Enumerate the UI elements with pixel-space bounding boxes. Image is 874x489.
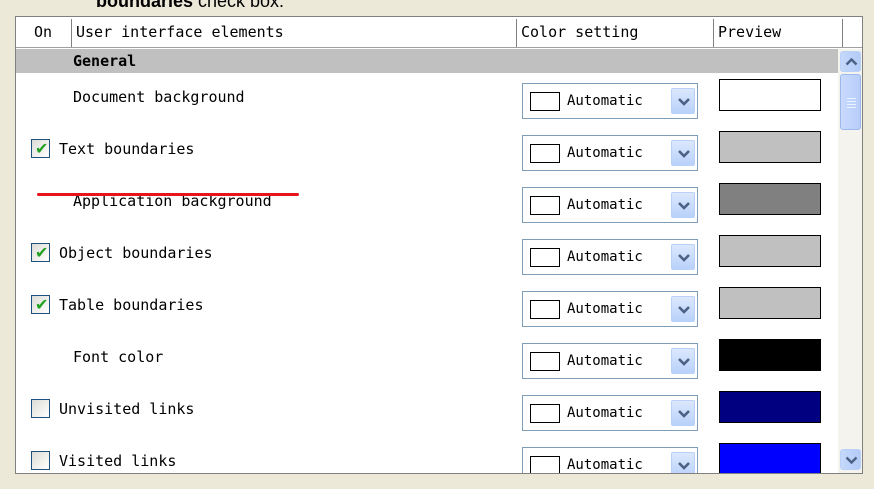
- thumb-grip: [847, 107, 856, 108]
- row-checkbox[interactable]: [31, 451, 50, 470]
- row-label: Text boundaries: [59, 140, 195, 158]
- dropdown-button[interactable]: [671, 296, 695, 322]
- row-label: Document background: [73, 88, 245, 106]
- header-color-setting[interactable]: Color setting: [517, 17, 638, 48]
- table-row: Application background Automatic: [16, 177, 838, 229]
- preview-swatch: [719, 391, 821, 423]
- table-body: General Document background Automatic ✔ Tex…: [16, 49, 838, 473]
- color-swatch: [530, 456, 560, 473]
- checkmark-icon: ✔: [35, 139, 49, 158]
- chevron-down-icon: [678, 254, 690, 262]
- checkmark-icon: ✔: [35, 243, 49, 262]
- caption-bold: boundaries: [96, 0, 194, 11]
- color-setting-value: Automatic: [567, 93, 643, 109]
- table-header: On User interface elements Color setting…: [16, 17, 862, 48]
- table-row: Visited links Automatic: [16, 437, 838, 473]
- annotation-underline: [37, 193, 299, 196]
- dropdown-button[interactable]: [671, 400, 695, 426]
- color-swatch: [530, 404, 560, 423]
- vertical-scrollbar[interactable]: [838, 49, 862, 473]
- chevron-down-icon: [678, 150, 690, 158]
- preview-swatch: [719, 79, 821, 111]
- color-setting-select[interactable]: Automatic: [522, 291, 698, 327]
- table-row: ✔ Object boundaries Automatic: [16, 229, 838, 281]
- row-checkbox[interactable]: ✔: [31, 139, 50, 158]
- instruction-caption: boundaries check box.: [96, 0, 284, 11]
- appearance-color-table: On User interface elements Color setting…: [15, 16, 863, 474]
- color-setting-value: Automatic: [567, 301, 643, 317]
- scroll-thumb[interactable]: [840, 74, 861, 130]
- preview-swatch: [719, 443, 821, 473]
- table-row: Font color Automatic: [16, 333, 838, 385]
- color-setting-select[interactable]: Automatic: [522, 83, 698, 119]
- chevron-down-icon: [678, 98, 690, 106]
- scroll-down-icon: [845, 456, 858, 465]
- color-swatch: [530, 196, 560, 215]
- color-swatch: [530, 92, 560, 111]
- chevron-down-icon: [678, 306, 690, 314]
- dropdown-button[interactable]: [671, 192, 695, 218]
- row-checkbox[interactable]: ✔: [31, 295, 50, 314]
- color-setting-value: Automatic: [567, 457, 643, 473]
- color-swatch: [530, 248, 560, 267]
- table-row: ✔ Text boundaries Automatic: [16, 125, 838, 177]
- caption-text: check box.: [193, 0, 285, 11]
- header-divider[interactable]: [842, 19, 843, 47]
- table-row: Document background Automatic: [16, 73, 838, 125]
- row-label: Visited links: [59, 452, 177, 470]
- color-setting-value: Automatic: [567, 353, 643, 369]
- row-label: Table boundaries: [59, 296, 204, 314]
- checkmark-icon: ✔: [35, 295, 49, 314]
- row-checkbox[interactable]: ✔: [31, 243, 50, 262]
- thumb-grip: [847, 104, 856, 105]
- row-label: Object boundaries: [59, 244, 213, 262]
- row-checkbox[interactable]: [31, 399, 50, 418]
- row-label: Unvisited links: [59, 400, 195, 418]
- chevron-down-icon: [678, 202, 690, 210]
- dropdown-button[interactable]: [671, 88, 695, 114]
- table-row: ✔ Table boundaries Automatic: [16, 281, 838, 333]
- header-on[interactable]: On: [30, 17, 52, 48]
- color-swatch: [530, 352, 560, 371]
- row-label: Font color: [73, 348, 164, 366]
- color-setting-select[interactable]: Automatic: [522, 239, 698, 275]
- chevron-down-icon: [678, 410, 690, 418]
- dropdown-button[interactable]: [671, 140, 695, 166]
- preview-swatch: [719, 131, 821, 163]
- color-setting-value: Automatic: [567, 145, 643, 161]
- dropdown-button[interactable]: [671, 348, 695, 374]
- table-row: Unvisited links Automatic: [16, 385, 838, 437]
- color-setting-select[interactable]: Automatic: [522, 395, 698, 431]
- color-setting-value: Automatic: [567, 249, 643, 265]
- color-setting-select[interactable]: Automatic: [522, 135, 698, 171]
- header-elements[interactable]: User interface elements: [72, 17, 284, 48]
- chevron-down-icon: [678, 462, 690, 470]
- dropdown-button[interactable]: [671, 452, 695, 473]
- color-setting-value: Automatic: [567, 197, 643, 213]
- color-setting-select[interactable]: Automatic: [522, 187, 698, 223]
- color-setting-select[interactable]: Automatic: [522, 447, 698, 473]
- scroll-up-icon: [845, 57, 858, 66]
- group-header-general: General: [16, 49, 838, 73]
- dropdown-button[interactable]: [671, 244, 695, 270]
- color-swatch: [530, 144, 560, 163]
- header-preview[interactable]: Preview: [714, 17, 781, 48]
- color-setting-select[interactable]: Automatic: [522, 343, 698, 379]
- color-setting-value: Automatic: [567, 405, 643, 421]
- thumb-grip: [847, 98, 856, 99]
- scroll-up-button[interactable]: [840, 51, 861, 72]
- preview-swatch: [719, 287, 821, 319]
- scroll-down-button[interactable]: [840, 449, 861, 470]
- preview-swatch: [719, 183, 821, 215]
- preview-swatch: [719, 235, 821, 267]
- preview-swatch: [719, 339, 821, 371]
- thumb-grip: [847, 101, 856, 102]
- color-swatch: [530, 300, 560, 319]
- chevron-down-icon: [678, 358, 690, 366]
